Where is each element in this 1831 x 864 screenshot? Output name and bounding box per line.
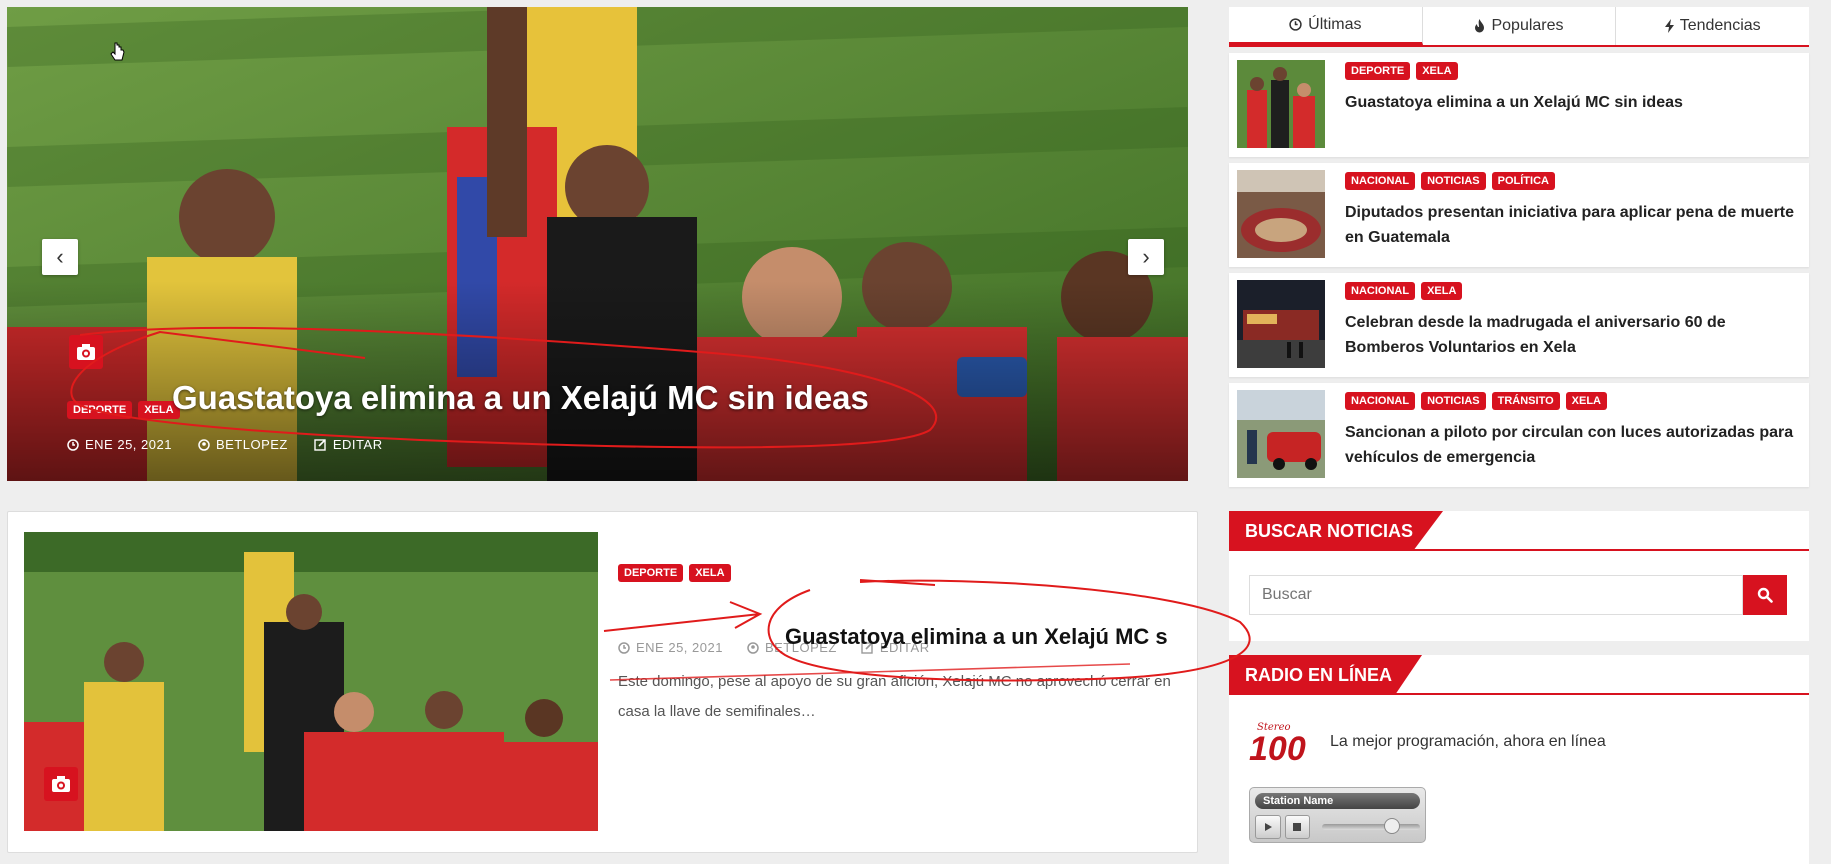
radio-widget: RADIO EN LÍNEA Stereo 100 La mejor progr… (1229, 655, 1809, 864)
post-body: NACIONAL NOTICIAS POLÍTICA Diputados pre… (1345, 170, 1801, 260)
list-item: NACIONAL NOTICIAS POLÍTICA Diputados pre… (1229, 163, 1809, 267)
radio-tagline: La mejor programación, ahora en línea (1330, 733, 1606, 750)
stop-button[interactable] (1284, 815, 1311, 839)
post-title[interactable]: Guastatoya elimina a un Xelajú MC sin id… (1345, 90, 1801, 115)
category-badge[interactable]: TRÁNSITO (1491, 392, 1560, 410)
widget-header: BUSCAR NOTICIAS (1229, 511, 1809, 551)
list-item: NACIONAL XELA Celebran desde la madrugad… (1229, 273, 1809, 377)
tab-label: Tendencias (1679, 17, 1761, 34)
category-badge[interactable]: NOTICIAS (1421, 172, 1486, 190)
post-date[interactable]: ENE 25, 2021 (618, 640, 723, 655)
post-thumbnail[interactable] (1237, 280, 1325, 368)
category-badge[interactable]: NOTICIAS (1421, 392, 1486, 410)
radio-logo[interactable]: Stereo 100 (1249, 720, 1319, 766)
widget-header: RADIO EN LÍNEA (1229, 655, 1809, 695)
edit-icon (314, 439, 326, 451)
post-thumbnail[interactable] (1237, 60, 1325, 148)
widget-title: BUSCAR NOTICIAS (1229, 511, 1444, 551)
camera-icon (44, 767, 78, 801)
category-badge[interactable]: DEPORTE (67, 401, 133, 419)
post-thumbnail[interactable] (1237, 390, 1325, 478)
post-categories: NACIONAL XELA (1345, 282, 1801, 300)
search-form (1249, 575, 1787, 615)
featured-post-card: DEPORTE XELA ENE 25, 2021 BETLOPEZ EDITA… (7, 511, 1198, 853)
category-badge[interactable]: POLÍTICA (1491, 172, 1555, 190)
search-button[interactable] (1743, 575, 1787, 615)
hero-meta: ENE 25, 2021 BETLOPEZ EDITAR (67, 437, 383, 452)
latest-posts-panel: Últimas Populares Tendencias DEPORTE XEL… (1229, 7, 1809, 487)
post-body: NACIONAL NOTICIAS TRÁNSITO XELA Sanciona… (1345, 390, 1801, 480)
slider-next-button[interactable]: › (1128, 239, 1164, 275)
clock-icon (1289, 18, 1302, 31)
post-date-text: ENE 25, 2021 (85, 437, 172, 452)
search-widget: BUSCAR NOTICIAS (1229, 511, 1809, 641)
stop-icon (1293, 823, 1302, 831)
play-button[interactable] (1255, 815, 1281, 839)
tab-bar: Últimas Populares Tendencias (1229, 7, 1809, 47)
category-badge[interactable]: NACIONAL (1345, 282, 1416, 300)
svg-text:100: 100 (1249, 730, 1306, 766)
edit-link-text: EDITAR (332, 437, 383, 452)
chevron-left-icon: ‹ (56, 244, 64, 269)
featured-post-title[interactable]: Guastatoya elimina a un Xelajú MC s (785, 624, 1205, 650)
user-icon (747, 641, 759, 654)
volume-slider[interactable] (1322, 818, 1420, 834)
list-item: DEPORTE XELA Guastatoya elimina a un Xel… (1229, 53, 1809, 157)
search-input[interactable] (1249, 575, 1743, 615)
post-title[interactable]: Diputados presentan iniciativa para apli… (1345, 200, 1801, 250)
camera-icon (69, 335, 103, 369)
post-date[interactable]: ENE 25, 2021 (67, 437, 172, 452)
featured-post-image[interactable] (24, 532, 598, 831)
featured-post-excerpt: Este domingo, pese al apoyo de su gran a… (618, 673, 1171, 720)
slider-prev-button[interactable]: ‹ (42, 239, 78, 275)
post-categories: NACIONAL NOTICIAS POLÍTICA (1345, 172, 1801, 190)
clock-icon (618, 641, 630, 654)
hero-slider[interactable]: ‹ › DEPORTE XELA Guastatoya elimina a un… (7, 7, 1188, 481)
search-icon (1757, 587, 1773, 603)
tab-latest[interactable]: Últimas (1229, 7, 1423, 45)
post-date-text: ENE 25, 2021 (636, 640, 723, 655)
fire-icon (1475, 19, 1485, 33)
chevron-right-icon: › (1142, 244, 1150, 269)
post-author-text: BETLOPEZ (215, 437, 288, 452)
tab-trending[interactable]: Tendencias (1616, 7, 1809, 45)
category-badge[interactable]: XELA (1421, 282, 1463, 300)
tab-popular[interactable]: Populares (1423, 7, 1617, 45)
hero-categories: DEPORTE XELA (67, 401, 180, 419)
post-categories: DEPORTE XELA (1345, 62, 1801, 80)
category-badge[interactable]: XELA (1416, 62, 1458, 80)
category-badge[interactable]: DEPORTE (618, 564, 684, 582)
featured-categories: DEPORTE XELA (618, 564, 731, 582)
edit-link[interactable]: EDITAR (314, 437, 383, 452)
category-badge[interactable]: XELA (689, 564, 731, 582)
category-badge[interactable]: NACIONAL (1345, 392, 1416, 410)
post-thumbnail[interactable] (1237, 170, 1325, 258)
clock-icon (67, 438, 79, 451)
volume-knob[interactable] (1384, 818, 1401, 834)
hero-title[interactable]: Guastatoya elimina a un Xelajú MC sin id… (172, 379, 869, 417)
post-title[interactable]: Celebran desde la madrugada el aniversar… (1345, 310, 1801, 360)
category-badge[interactable]: DEPORTE (1345, 62, 1411, 80)
player-controls (1255, 815, 1420, 839)
station-name: Station Name (1255, 793, 1420, 809)
user-icon (198, 438, 210, 451)
post-body: NACIONAL XELA Celebran desde la madrugad… (1345, 280, 1801, 370)
post-title[interactable]: Sancionan a piloto por circulan con luce… (1345, 420, 1801, 470)
list-item: NACIONAL NOTICIAS TRÁNSITO XELA Sanciona… (1229, 383, 1809, 487)
tab-label: Populares (1491, 17, 1564, 34)
widget-title: RADIO EN LÍNEA (1229, 655, 1423, 695)
cursor-icon (110, 42, 125, 61)
tab-label: Últimas (1308, 15, 1362, 33)
category-badge[interactable]: XELA (1565, 392, 1607, 410)
bolt-icon (1664, 19, 1674, 33)
post-body: DEPORTE XELA Guastatoya elimina a un Xel… (1345, 60, 1801, 150)
audio-player: Station Name (1249, 787, 1426, 843)
play-icon (1264, 823, 1272, 831)
post-author[interactable]: BETLOPEZ (198, 437, 288, 452)
post-categories: NACIONAL NOTICIAS TRÁNSITO XELA (1345, 392, 1801, 410)
category-badge[interactable]: NACIONAL (1345, 172, 1416, 190)
